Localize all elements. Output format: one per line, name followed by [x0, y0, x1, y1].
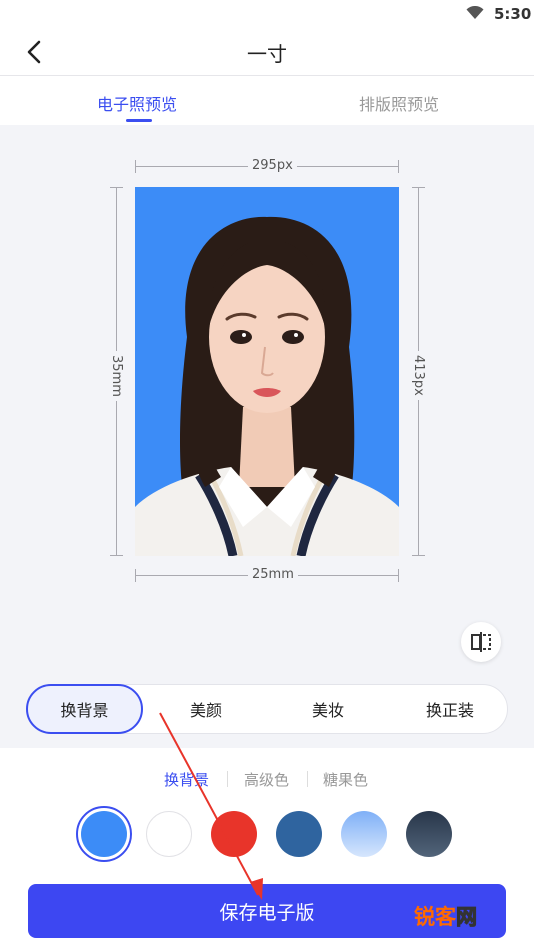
- dimension-tick: [135, 160, 136, 173]
- swatch-white[interactable]: [146, 811, 192, 857]
- width-px-label: 295px: [248, 158, 297, 173]
- status-time: 5:30: [494, 5, 532, 23]
- dimension-tick: [135, 569, 136, 582]
- app-header: 一寸: [0, 28, 534, 76]
- color-tab-premium[interactable]: 高级色: [244, 769, 289, 790]
- compare-button[interactable]: [461, 622, 501, 662]
- option-formal-wear[interactable]: 换正装: [391, 685, 509, 733]
- compare-split-icon: [471, 632, 491, 652]
- preview-tabs: 电子照预览 排版照预览: [0, 77, 534, 125]
- dimension-tick: [412, 555, 425, 556]
- width-mm-label: 25mm: [248, 567, 298, 582]
- tab-divider: [227, 771, 228, 787]
- height-px-label: 413px: [411, 351, 426, 400]
- option-beauty[interactable]: 美颜: [147, 685, 265, 733]
- color-tab-candy[interactable]: 糖果色: [323, 769, 368, 790]
- tab-divider: [307, 771, 308, 787]
- dimension-tick: [110, 555, 123, 556]
- dimension-tick: [110, 187, 123, 188]
- swatch-dark-blue[interactable]: [276, 811, 322, 857]
- swatch-red[interactable]: [211, 811, 257, 857]
- watermark-part-1: 锐客: [414, 905, 456, 929]
- color-tab-background[interactable]: 换背景: [164, 769, 209, 790]
- preview-area: 295px 25mm 35mm 413px 换背景 美颜 美妆 换正装: [0, 125, 534, 748]
- page-title: 一寸: [247, 42, 287, 66]
- swatch-slate[interactable]: [406, 811, 452, 857]
- watermark-part-2: 网: [456, 905, 478, 930]
- dimension-tick: [398, 160, 399, 173]
- option-change-background[interactable]: 换背景: [26, 684, 143, 734]
- edit-options-bar: 换背景 美颜 美妆 换正装: [26, 684, 508, 734]
- tab-digital-photo-preview[interactable]: 电子照预览: [97, 91, 177, 115]
- dimension-tick: [412, 187, 425, 188]
- dimension-tick: [398, 569, 399, 582]
- site-watermark: 锐客网: [414, 901, 478, 931]
- portrait-illustration: [135, 216, 399, 556]
- id-photo-preview: [135, 187, 399, 556]
- tab-layout-photo-preview[interactable]: 排版照预览: [359, 91, 439, 115]
- wifi-icon: [466, 6, 484, 19]
- tab-active-indicator: [126, 119, 152, 122]
- height-mm-label: 35mm: [109, 351, 124, 401]
- swatch-gradient-blue[interactable]: [341, 811, 387, 857]
- option-makeup[interactable]: 美妆: [269, 685, 387, 733]
- status-bar: 5:30: [0, 0, 534, 28]
- swatch-blue[interactable]: [81, 811, 127, 857]
